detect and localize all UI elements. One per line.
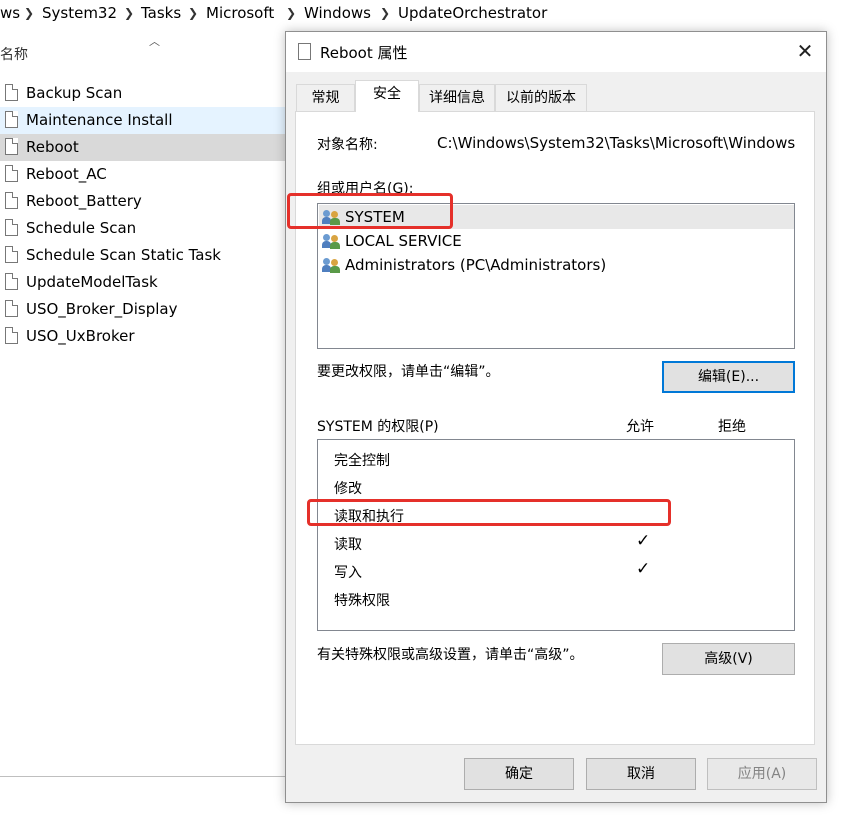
cancel-button[interactable]: 取消: [586, 758, 696, 790]
deny-header: 拒绝: [718, 419, 746, 435]
list-item[interactable]: Schedule Scan Static Task: [0, 242, 285, 269]
list-item[interactable]: Schedule Scan: [0, 215, 285, 242]
highlight-box-system: [287, 193, 453, 229]
close-icon[interactable]: ✕: [792, 38, 818, 64]
document-icon: [5, 246, 18, 263]
file-name: Reboot_AC: [26, 165, 107, 183]
advanced-hint: 有关特殊权限或高级设置，请单击“高级”。: [317, 647, 584, 663]
object-name-value: C:\Windows\System32\Tasks\Microsoft\Wind…: [437, 134, 796, 152]
document-icon: [5, 219, 18, 236]
document-icon: [5, 273, 18, 290]
permission-item: 修改: [334, 481, 362, 497]
list-item[interactable]: Backup Scan: [0, 80, 285, 107]
file-name: Reboot_Battery: [26, 192, 142, 210]
object-name-label: 对象名称:: [317, 137, 378, 153]
tab-previous-versions[interactable]: 以前的版本: [495, 84, 587, 111]
user-group-icon: [322, 257, 341, 273]
chevron-right-icon[interactable]: ❯: [188, 0, 198, 27]
permission-item: 完全控制: [334, 453, 390, 469]
document-icon: [5, 327, 18, 344]
tab-security[interactable]: 安全: [355, 80, 419, 112]
user-group-icon: [322, 233, 341, 249]
document-icon: [298, 43, 311, 60]
file-name: Reboot: [26, 138, 79, 156]
column-header-name[interactable]: 名称: [0, 44, 28, 64]
breadcrumb-item[interactable]: System32: [42, 0, 117, 27]
chevron-right-icon[interactable]: ❯: [380, 0, 390, 27]
document-icon: [5, 300, 18, 317]
document-icon: [5, 165, 18, 182]
file-name: Backup Scan: [26, 84, 123, 102]
breadcrumb-item[interactable]: ws: [0, 0, 20, 27]
list-item[interactable]: Administrators (PC\Administrators): [319, 253, 794, 277]
chevron-right-icon[interactable]: ❯: [124, 0, 134, 27]
dialog-title: Reboot 属性: [320, 44, 408, 62]
properties-dialog: Reboot 属性 ✕ 常规 安全 详细信息 以前的版本 对象名称: C:\Wi…: [285, 31, 827, 803]
tab-details[interactable]: 详细信息: [419, 84, 495, 111]
edit-hint: 要更改权限，请单击“编辑”。: [317, 364, 500, 380]
breadcrumb-item[interactable]: Microsoft: [206, 0, 274, 27]
breadcrumb-item[interactable]: UpdateOrchestrator: [398, 0, 547, 27]
user-name: LOCAL SERVICE: [345, 232, 462, 250]
list-item[interactable]: LOCAL SERVICE: [319, 229, 794, 253]
permission-item: 写入: [334, 565, 362, 581]
document-icon: [5, 84, 18, 101]
file-list: Backup Scan Maintenance Install Reboot R…: [0, 80, 285, 350]
apply-button[interactable]: 应用(A): [707, 758, 817, 790]
chevron-right-icon[interactable]: ❯: [24, 0, 34, 27]
file-name: USO_UxBroker: [26, 327, 135, 345]
permissions-label: SYSTEM 的权限(P): [317, 419, 439, 435]
list-item[interactable]: Maintenance Install: [0, 107, 285, 134]
list-item[interactable]: Reboot_AC: [0, 161, 285, 188]
check-icon: ✓: [636, 531, 651, 551]
list-item[interactable]: Reboot: [0, 134, 285, 161]
file-name: UpdateModelTask: [26, 273, 158, 291]
edit-button[interactable]: 编辑(E)...: [662, 361, 795, 393]
file-name: USO_Broker_Display: [26, 300, 178, 318]
sort-up-icon: ︿: [149, 35, 160, 48]
list-item[interactable]: USO_Broker_Display: [0, 296, 285, 323]
dialog-titlebar[interactable]: Reboot 属性 ✕: [286, 32, 826, 72]
divider: [0, 776, 290, 777]
document-icon: [5, 138, 18, 155]
ok-button[interactable]: 确定: [464, 758, 574, 790]
highlight-box-read-execute: [307, 499, 671, 526]
breadcrumb: ws ❯ System32 ❯ Tasks ❯ Microsoft ❯ Wind…: [0, 0, 862, 27]
permission-item: 读取: [334, 537, 362, 553]
file-name: Schedule Scan Static Task: [26, 246, 221, 264]
tab-general[interactable]: 常规: [296, 84, 355, 111]
allow-header: 允许: [626, 419, 654, 435]
advanced-button[interactable]: 高级(V): [662, 643, 795, 675]
document-icon: [5, 111, 18, 128]
check-icon: ✓: [636, 559, 651, 579]
file-name: Maintenance Install: [26, 111, 173, 129]
document-icon: [5, 192, 18, 209]
user-name: Administrators (PC\Administrators): [345, 256, 607, 274]
file-name: Schedule Scan: [26, 219, 137, 237]
chevron-right-icon[interactable]: ❯: [286, 0, 296, 27]
permission-item: 特殊权限: [334, 593, 390, 609]
list-item[interactable]: UpdateModelTask: [0, 269, 285, 296]
list-item[interactable]: Reboot_Battery: [0, 188, 285, 215]
breadcrumb-item[interactable]: Windows: [304, 0, 371, 27]
list-item[interactable]: USO_UxBroker: [0, 323, 285, 350]
breadcrumb-item[interactable]: Tasks: [141, 0, 181, 27]
permissions-list[interactable]: 完全控制 修改 读取和执行 读取 ✓ 写入 ✓ 特殊权限: [317, 439, 795, 631]
